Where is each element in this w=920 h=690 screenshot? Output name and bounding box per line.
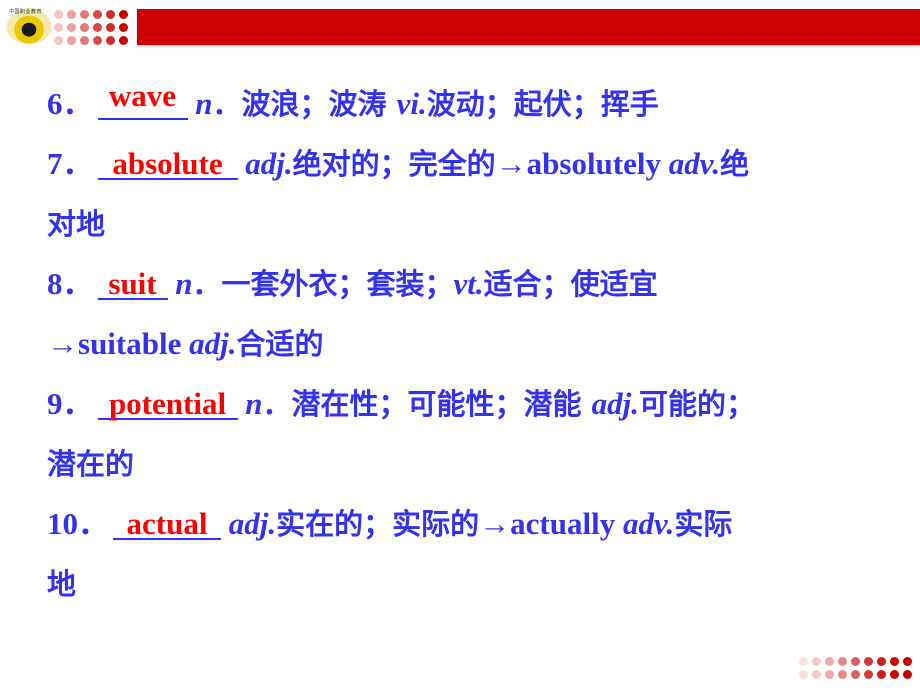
definition-text: 合适的	[236, 327, 324, 361]
decorative-dot	[851, 657, 860, 666]
part-of-speech: vi.	[396, 86, 427, 121]
decorative-dot	[93, 23, 102, 32]
decorative-dot	[80, 23, 89, 32]
decorative-dot	[67, 10, 76, 19]
entry-number: 8．	[47, 266, 94, 301]
vocab-entry-continuation: →suitable adj.合适的	[47, 324, 324, 364]
decorative-dot	[119, 23, 128, 32]
definition-text: 波动；起伏；挥手	[426, 87, 659, 121]
entry-number: 9．	[47, 386, 94, 421]
entry-number: 10．	[47, 506, 109, 541]
decorative-dot	[812, 657, 821, 666]
answer-word: wave	[108, 78, 177, 113]
decorative-dot	[106, 36, 115, 45]
decorative-dot	[106, 23, 115, 32]
definition-text: ．一套外衣；套装；	[192, 267, 454, 301]
vocab-entry: 7． absolute adj.绝对的；完全的→absolutely adv.绝	[47, 144, 749, 184]
decorative-dot	[877, 657, 886, 666]
definition-text: →actually	[479, 506, 623, 541]
entry-number: 7．	[47, 146, 94, 181]
answer-blank: potential	[97, 384, 238, 421]
decorative-dot	[54, 36, 63, 45]
decorative-dot-grid-bottom	[799, 657, 912, 679]
part-of-speech: n	[175, 266, 193, 301]
decorative-dot	[80, 36, 89, 45]
decorative-dot-grid-top	[54, 10, 128, 45]
definition-text: 可能的；	[638, 387, 755, 421]
decorative-dot	[864, 670, 873, 679]
vocab-entry: 8． suit n．一套外衣；套装；vt.适合；使适宜	[47, 264, 658, 304]
decorative-dot	[838, 670, 847, 679]
decorative-dot	[799, 670, 808, 679]
vocab-entry: 9． potential n．潜在性；可能性；潜能 adj.可能的；	[47, 384, 755, 424]
slide-header: 中国职业教育	[0, 0, 920, 52]
header-red-bar	[137, 9, 920, 45]
definition-text: 绝对的；完全的	[292, 147, 496, 181]
answer-word: absolute	[112, 146, 223, 181]
part-of-speech: adj.	[189, 326, 237, 361]
definition-text: ．波浪；波涛	[212, 87, 397, 121]
definition-text: 实际	[674, 507, 733, 541]
definition-text: 绝	[720, 147, 750, 181]
vocab-entry-continuation: 潜在的	[47, 444, 134, 484]
answer-word: suit	[108, 266, 157, 301]
decorative-dot	[67, 23, 76, 32]
vocab-entry-continuation: 地	[47, 564, 76, 604]
definition-text: →absolutely	[495, 146, 669, 181]
decorative-dot	[838, 657, 847, 666]
definition-text: 地	[47, 567, 77, 601]
decorative-dot	[106, 10, 115, 19]
answer-blank: suit	[97, 264, 168, 301]
decorative-dot	[119, 10, 128, 19]
decorative-dot	[903, 657, 912, 666]
definition-text: ．潜在性；可能性；潜能	[262, 387, 592, 421]
decorative-dot	[877, 670, 886, 679]
decorative-dot	[812, 670, 821, 679]
part-of-speech: adj.	[591, 386, 639, 421]
decorative-dot	[890, 670, 899, 679]
decorative-dot	[864, 657, 873, 666]
answer-word: actual	[126, 506, 208, 541]
decorative-dot	[799, 657, 808, 666]
definition-text: 潜在的	[47, 447, 135, 481]
vocab-entry: 10． actual adj.实在的；实际的→actually adv.实际	[47, 504, 732, 544]
answer-blank: actual	[113, 504, 221, 541]
decorative-dot	[54, 23, 63, 32]
decorative-dot	[67, 36, 76, 45]
decorative-dot	[93, 36, 102, 45]
part-of-speech: n	[245, 386, 263, 421]
logo-label: 中国职业教育	[9, 9, 43, 15]
part-of-speech: adj.	[228, 506, 277, 541]
definition-text	[221, 506, 229, 541]
decorative-dot	[903, 670, 912, 679]
vocab-entry-continuation: 对地	[47, 204, 105, 244]
entry-number: 6．	[47, 86, 94, 121]
vocab-entry: 6． wave n．波浪；波涛 vi.波动；起伏；挥手	[47, 78, 659, 124]
part-of-speech: adv.	[668, 146, 721, 181]
part-of-speech: adj.	[245, 146, 293, 181]
definition-text: 对地	[47, 207, 106, 241]
decorative-dot	[54, 10, 63, 19]
definition-text: 实在的；实际的	[276, 507, 480, 541]
definition-text: →suitable	[47, 326, 190, 361]
part-of-speech: n	[195, 86, 213, 121]
decorative-dot	[890, 657, 899, 666]
part-of-speech: adv.	[622, 506, 675, 541]
decorative-dot	[851, 670, 860, 679]
decorative-dot	[93, 10, 102, 19]
answer-blank: absolute	[97, 144, 238, 181]
decorative-dot	[825, 670, 834, 679]
definition-text: 适合；使适宜	[483, 267, 658, 301]
decorative-dot	[825, 657, 834, 666]
answer-blank: wave	[97, 78, 188, 120]
decorative-dot	[80, 10, 89, 19]
part-of-speech: vt.	[453, 266, 484, 301]
decorative-dot	[119, 36, 128, 45]
answer-word: potential	[108, 386, 227, 421]
